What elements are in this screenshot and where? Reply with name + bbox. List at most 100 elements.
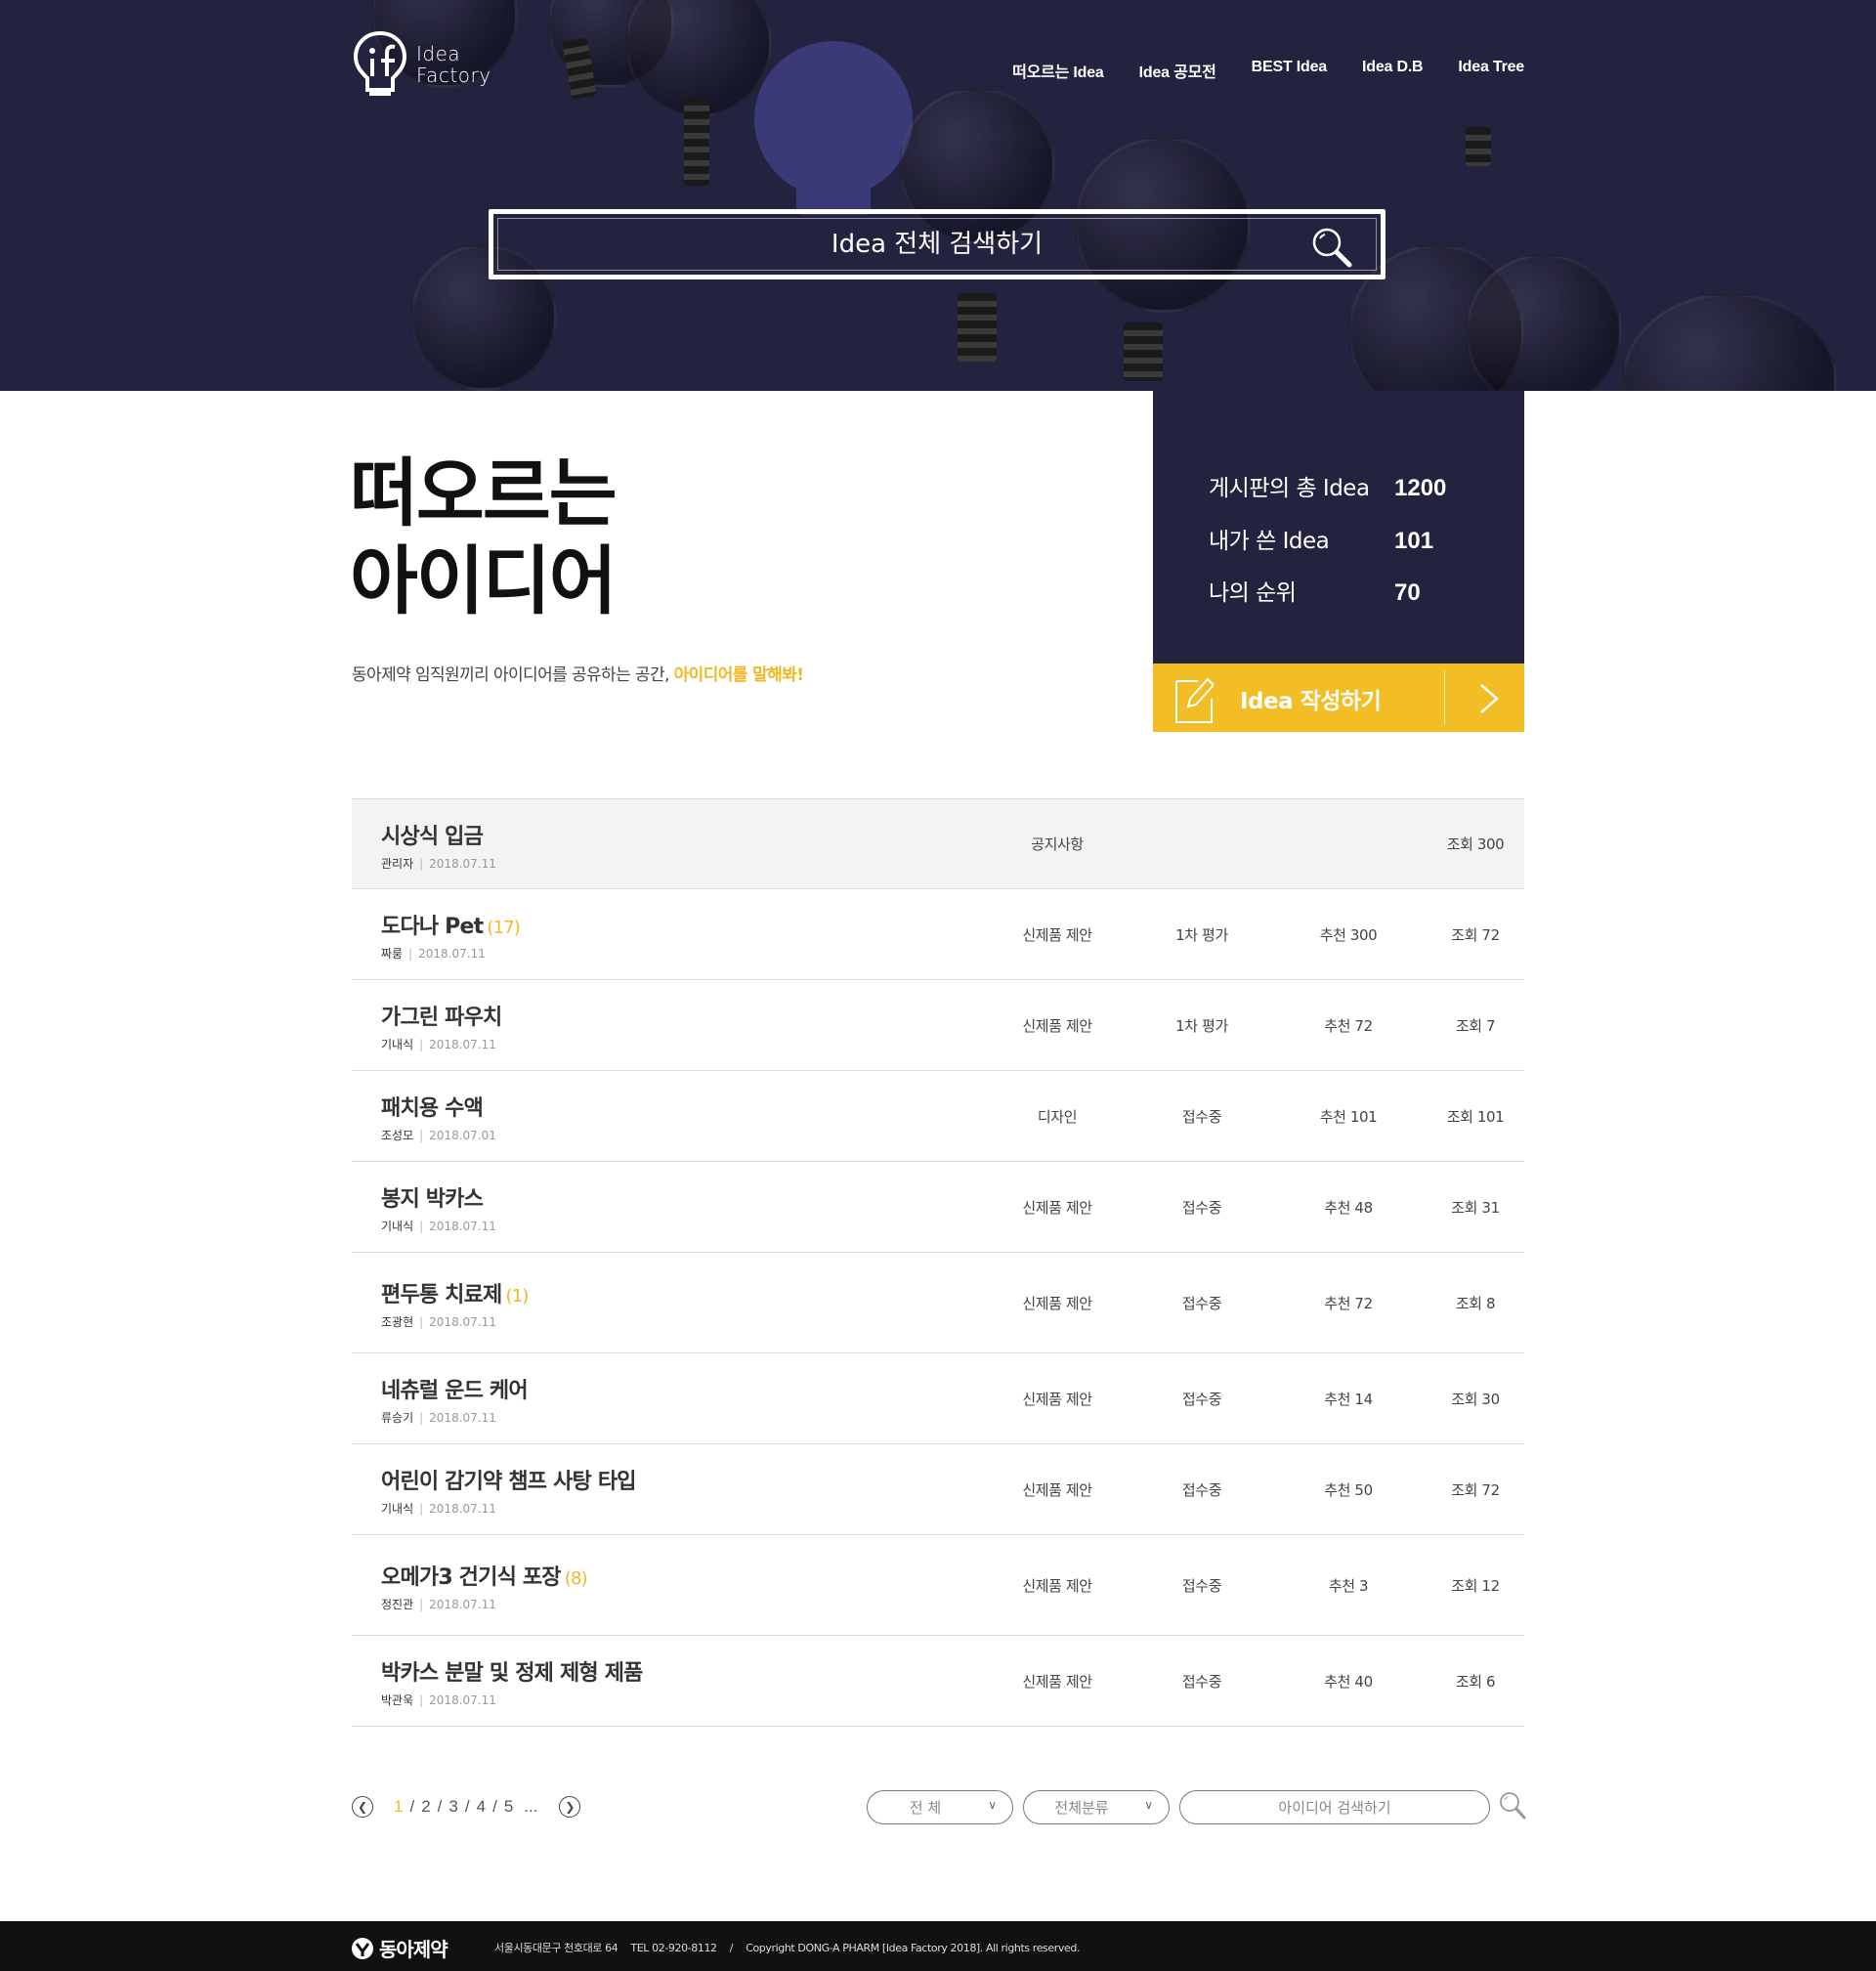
idea-date: 2018.07.01 [429, 1129, 496, 1142]
idea-title[interactable]: 봉지 박카스 [381, 1181, 487, 1213]
scope-select[interactable]: 전 체 ∨ [867, 1790, 1013, 1824]
idea-status: 접수중 [1181, 1198, 1222, 1217]
nav-rising-idea[interactable]: 떠오르는 Idea [1012, 59, 1104, 82]
comment-count: (8) [564, 1568, 588, 1589]
meta-separator: | [419, 1038, 424, 1051]
nav-idea-tree[interactable]: Idea Tree [1458, 59, 1524, 82]
page-link-4[interactable]: 4 [477, 1797, 486, 1817]
idea-recommend: 추천 48 [1324, 1198, 1373, 1217]
nav-best-idea[interactable]: BEST Idea [1252, 59, 1328, 82]
idea-title-text: 박카스 분말 및 정제 제형 제품 [381, 1661, 643, 1686]
idea-title[interactable]: 네츄럴 운드 케어 [381, 1373, 532, 1404]
idea-title[interactable]: 패치용 수액 [381, 1091, 487, 1122]
idea-row[interactable]: 박카스 분말 및 정제 제형 제품 박관욱 | 2018.07.11 신제품 제안 접수중… [352, 1636, 1524, 1727]
idea-recommend: 추천 40 [1324, 1672, 1373, 1691]
page-link-5[interactable]: 5 [504, 1797, 513, 1817]
page-link-1[interactable]: 1 [394, 1797, 403, 1817]
logo-text: Idea Factory [416, 43, 491, 86]
footer-brand: 동아제약 [379, 1938, 448, 1961]
idea-meta: 기내식 | 2018.07.11 [381, 1500, 496, 1517]
stat-label: 게시판의 총 Idea [1209, 476, 1370, 501]
idea-title[interactable]: 가그린 파우치 [381, 1000, 506, 1031]
next-page-icon[interactable]: ❯ [559, 1796, 581, 1818]
idea-views: 조회 101 [1446, 1107, 1505, 1126]
footer-address: 서울시동대문구 천호대로 64 [494, 1942, 618, 1954]
bulb-decoration [958, 293, 997, 362]
idea-meta: 박관욱 | 2018.07.11 [381, 1692, 496, 1708]
meta-separator: | [419, 1411, 424, 1425]
idea-views: 조회 72 [1451, 925, 1500, 944]
idea-meta: 기내식 | 2018.07.11 [381, 1036, 496, 1052]
idea-recommend: 추천 3 [1328, 1576, 1369, 1595]
idea-row[interactable]: 패치용 수액 조성모 | 2018.07.01 디자인 접수중 추천 101 조회 101 [352, 1071, 1524, 1162]
pager-sep: / [437, 1797, 443, 1816]
subtitle-highlight: 아이디어를 말해봐! [673, 665, 804, 685]
pager-sep: / [409, 1797, 415, 1816]
page-link-2[interactable]: 2 [421, 1797, 430, 1817]
idea-author: 기내식 [381, 1502, 414, 1516]
subtitle-text: 동아제약 임직원끼리 아이디어를 공유하는 공간, [352, 665, 674, 685]
idea-row[interactable]: 어린이 감기약 챔프 사탕 타입 기내식 | 2018.07.11 신제품 제안 접수중 추… [352, 1444, 1524, 1535]
stat-my-ideas: 내가 쓴 Idea 101 [1209, 522, 1433, 555]
idea-title[interactable]: 박카스 분말 및 정제 제형 제품 [381, 1655, 647, 1687]
idea-author: 짜룽 [381, 947, 404, 961]
idea-category: 디자인 [1037, 1107, 1078, 1126]
idea-search-input[interactable] [1180, 1791, 1489, 1823]
idea-status: 1차 평가 [1175, 925, 1228, 944]
search-icon[interactable] [1499, 1791, 1526, 1821]
idea-row[interactable]: 네츄럴 운드 케어 류승기 | 2018.07.11 신제품 제안 접수중 추천 14 조회 … [352, 1353, 1524, 1444]
idea-recommend: 추천 101 [1319, 1107, 1378, 1126]
search-icon[interactable] [1310, 226, 1353, 269]
hero-banner: Idea Factory 떠오르는 Idea Idea 공모전 BEST Ide… [0, 0, 1876, 391]
notice-row[interactable]: 시상식 입금 관리자 | 2018.07.11 공지사항 조회 300 [352, 798, 1524, 889]
nav-idea-contest[interactable]: Idea 공모전 [1139, 59, 1216, 82]
idea-author: 류승기 [381, 1411, 414, 1425]
logo-bulb-icon [353, 30, 407, 96]
hero-search-box [489, 209, 1386, 279]
idea-status: 접수중 [1181, 1390, 1222, 1408]
site-footer: 동아제약 서울시동대문구 천호대로 64 TEL 02-920-8112 / C… [0, 1921, 1876, 1971]
stat-total-ideas: 게시판의 총 Idea 1200 [1209, 469, 1446, 502]
site-logo[interactable]: Idea Factory [352, 27, 508, 102]
page-title-line2: 아이디어 [350, 537, 618, 624]
pencil-note-icon [1175, 677, 1214, 723]
write-idea-label: Idea 작성하기 [1240, 689, 1382, 714]
nav-idea-db[interactable]: Idea D.B [1362, 59, 1424, 82]
prev-page-icon[interactable]: ❮ [352, 1796, 373, 1818]
idea-category: 신제품 제안 [1022, 925, 1092, 944]
category-select[interactable]: 전체분류 ∨ [1023, 1790, 1170, 1824]
idea-title[interactable]: 시상식 입금 [381, 819, 484, 850]
idea-row[interactable]: 오메가3 건기식 포장 (8) 정진관 | 2018.07.11 신제품 제안 접수중 추천 … [352, 1535, 1524, 1636]
idea-status: 접수중 [1181, 1576, 1222, 1595]
idea-search-box [1179, 1790, 1490, 1824]
idea-author: 정진관 [381, 1598, 414, 1611]
idea-title[interactable]: 편두통 치료제 (1) [381, 1277, 529, 1308]
idea-title-text: 봉지 박카스 [381, 1187, 484, 1212]
idea-title[interactable]: 어린이 감기약 챔프 사탕 타입 [381, 1464, 640, 1495]
page-link-3[interactable]: 3 [448, 1797, 457, 1817]
footer-logo: 동아제약 [352, 1934, 448, 1962]
idea-title[interactable]: 오메가3 건기식 포장 (8) [381, 1560, 588, 1591]
idea-row[interactable]: 가그린 파우치 기내식 | 2018.07.11 신제품 제안 1차 평가 추천 72 조회 … [352, 980, 1524, 1071]
meta-separator: | [419, 1693, 424, 1707]
footer-tel: TEL 02-920-8112 [630, 1942, 717, 1954]
idea-title[interactable]: 도다나 Pet (17) [381, 909, 521, 940]
idea-category: 신제품 제안 [1022, 1198, 1092, 1217]
idea-row[interactable]: 도다나 Pet (17) 짜룽 | 2018.07.11 신제품 제안 1차 평가 추천 30… [352, 889, 1524, 980]
idea-title-text: 가그린 파우치 [381, 1006, 502, 1030]
idea-meta: 류승기 | 2018.07.11 [381, 1409, 496, 1426]
idea-row[interactable]: 봉지 박카스 기내식 | 2018.07.11 신제품 제안 접수중 추천 48 조회 31 [352, 1162, 1524, 1253]
idea-date: 2018.07.11 [429, 857, 496, 871]
bulb-decoration [1124, 322, 1163, 381]
idea-title-text: 편두통 치료제 [381, 1283, 502, 1307]
logo-line1: Idea [416, 42, 461, 65]
idea-views: 조회 6 [1455, 1672, 1496, 1691]
pager-sep: / [492, 1797, 497, 1816]
idea-title-text: 오메가3 건기식 포장 [381, 1565, 562, 1590]
hero-search-input[interactable] [493, 214, 1381, 275]
idea-date: 2018.07.11 [429, 1315, 496, 1329]
page-ellipsis: ... [524, 1797, 538, 1816]
idea-row[interactable]: 편두통 치료제 (1) 조광현 | 2018.07.11 신제품 제안 접수중 추천 72 조회… [352, 1253, 1524, 1353]
write-idea-button[interactable]: Idea 작성하기 [1153, 664, 1524, 732]
stats-panel: 게시판의 총 Idea 1200 내가 쓴 Idea 101 나의 순위 70 [1153, 391, 1524, 664]
